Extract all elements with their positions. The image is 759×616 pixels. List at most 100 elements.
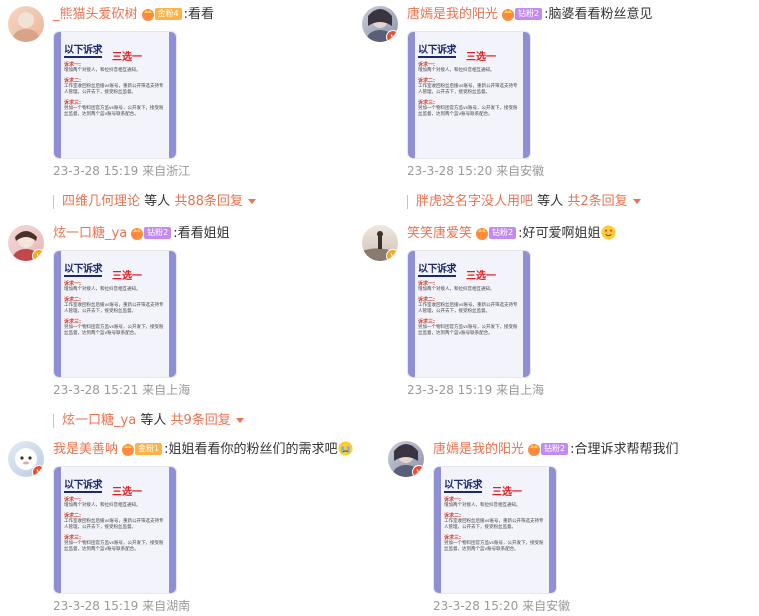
verified-badge-icon: v <box>386 249 398 261</box>
username[interactable]: 我是美善呐 <box>53 442 118 457</box>
fan-crown-icon <box>476 227 489 240</box>
timestamp: 23-3-28 15:21 <box>53 383 139 397</box>
replies-summary[interactable]: 炫一口糖_ya 等人 共9条回复 <box>53 409 244 428</box>
comment-image[interactable]: 以下诉求 三选一 诉求一: 增加两个对接人，和拉抖音相互通知。 诉求二: 工作室… <box>407 31 531 159</box>
reply-user[interactable]: 胖虎这名字没人用吧 <box>416 194 533 209</box>
comment-image[interactable]: 以下诉求 三选一 诉求一: 增加两个对接人，和拉抖音相互通知。 诉求二: 工作室… <box>53 31 177 159</box>
image-subtitle: 三选一 <box>464 267 498 282</box>
comment-line: 我是美善呐 金粉1:姐姐看看你的粉丝们的需求吧 <box>53 441 353 459</box>
comment-image[interactable]: 以下诉求 三选一 诉求一: 增加两个对接人，和拉抖音相互通知。 诉求二: 工作室… <box>433 466 557 594</box>
avatar[interactable] <box>8 6 44 42</box>
comment-text: 合理诉求帮帮我们 <box>574 442 679 457</box>
reply-label: 等人 <box>537 194 564 209</box>
reply-label: 等人 <box>140 413 167 428</box>
comment-meta: 23-3-28 15:19 来自湖南 <box>53 597 190 614</box>
image-paragraph: 另加一个物料团官方监vs账号，公开发下，接受粉丝监督，达到两个蓝v账号联系配合。 <box>64 325 164 336</box>
reply-label: 等人 <box>144 194 171 209</box>
reply-count[interactable]: 共88条回复 <box>174 194 243 209</box>
replies-summary[interactable]: 四维几何理论 等人 共88条回复 <box>53 190 256 209</box>
chevron-down-icon[interactable] <box>632 199 641 204</box>
verified-badge-icon: v <box>32 249 44 261</box>
username[interactable]: 唐嫣是我的阳光 <box>433 442 524 457</box>
image-subtitle: 三选一 <box>110 48 144 63</box>
comment-image[interactable]: 以下诉求 三选一 诉求一: 增加两个对接人，和拉抖音相互通知。 诉求二: 工作室… <box>53 466 177 594</box>
comment-meta: 23-3-28 15:20 来自安徽 <box>407 162 544 179</box>
image-paragraph: 另加一个物料团官方监vs账号，公开发下，接受粉丝监督，达到两个蓝v账号联系配合。 <box>64 541 164 552</box>
avatar[interactable]: v <box>8 441 44 477</box>
image-subtitle: 三选一 <box>110 267 144 282</box>
avatar[interactable]: v <box>362 225 398 261</box>
image-subtitle: 三选一 <box>464 48 498 63</box>
heart-eyes-emoji <box>600 225 616 240</box>
crying-emoji <box>337 441 353 456</box>
fan-level: 金粉1 <box>135 442 163 455</box>
comment-meta: 23-3-28 15:19 来自上海 <box>407 381 544 398</box>
username[interactable]: 笑笑唐爱笑 <box>407 226 472 241</box>
image-heading: 诉求二: <box>64 78 81 84</box>
image-heading: 诉求三: <box>444 535 461 541</box>
image-heading: 诉求二: <box>418 78 435 84</box>
location: 来自浙江 <box>142 164 191 178</box>
comment-text: 看看姐姐 <box>177 226 230 241</box>
chevron-down-icon[interactable] <box>235 418 244 423</box>
location: 来自安徽 <box>496 164 545 178</box>
avatar[interactable]: v <box>388 441 424 477</box>
timestamp: 23-3-28 15:19 <box>407 383 493 397</box>
reply-user[interactable]: 四维几何理论 <box>62 194 140 209</box>
image-title: 以下诉求 <box>64 260 103 277</box>
image-heading: 诉求二: <box>418 297 435 303</box>
timestamp: 23-3-28 15:19 <box>53 599 139 613</box>
comment-meta: 23-3-28 15:19 来自浙江 <box>53 162 190 179</box>
comment-line: 笑笑唐爱笑 钻粉2:好可爱啊姐姐 <box>407 225 616 243</box>
image-paragraph: 另加一个物料团官方监vs账号，公开发下，接受粉丝监督，达到两个蓝v账号联系配合。 <box>64 106 164 117</box>
verified-badge-icon: v <box>386 30 398 42</box>
reply-user[interactable]: 炫一口糖_ya <box>62 413 136 428</box>
comment-line: 炫一口糖_ya 钻粉2:看看姐姐 <box>53 226 230 241</box>
image-heading: 诉求二: <box>64 297 81 303</box>
fan-level: 钻粉2 <box>489 226 517 239</box>
image-heading: 诉求三: <box>418 100 435 106</box>
fan-level: 金粉4 <box>154 7 182 20</box>
fan-badge: 钻粉2 <box>527 442 569 456</box>
verified-badge-icon: v <box>412 465 424 477</box>
avatar[interactable]: v <box>362 6 398 42</box>
avatar[interactable]: v <box>8 225 44 261</box>
image-paragraph: 工作室收回粉丝后援vs账号，重新公开筛选支持专人管理，公开去下，接受粉丝监督。 <box>64 303 164 314</box>
fan-badge: 金粉4 <box>141 7 182 21</box>
fan-level: 钻粉2 <box>144 226 172 239</box>
image-heading: 诉求三: <box>64 319 81 325</box>
image-heading: 诉求三: <box>418 319 435 325</box>
username[interactable]: _熊猫头爱砍树 <box>53 7 138 22</box>
comment-image[interactable]: 以下诉求 三选一 诉求一: 增加两个对接人，和拉抖音相互通知。 诉求二: 工作室… <box>53 250 177 378</box>
username[interactable]: 炫一口糖_ya <box>53 226 127 241</box>
fan-crown-icon <box>122 443 135 456</box>
reply-count[interactable]: 共9条回复 <box>170 413 230 428</box>
location: 来自湖南 <box>142 599 191 613</box>
comment-text: 好可爱啊姐姐 <box>522 226 601 241</box>
comment-image[interactable]: 以下诉求 三选一 诉求一: 增加两个对接人，和拉抖音相互通知。 诉求二: 工作室… <box>407 250 531 378</box>
username[interactable]: 唐嫣是我的阳光 <box>407 7 498 22</box>
image-paragraph: 工作室收回粉丝后援vs账号，重新公开筛选支持专人管理，公开去下，接受粉丝监督。 <box>64 84 164 95</box>
location: 来自安徽 <box>522 599 571 613</box>
fan-level: 钻粉2 <box>515 7 543 20</box>
image-paragraph: 增加两个对接人，和拉抖音相互通知。 <box>64 68 141 73</box>
image-title: 以下诉求 <box>444 476 483 493</box>
image-paragraph: 增加两个对接人，和拉抖音相互通知。 <box>418 287 495 292</box>
image-paragraph: 工作室收回粉丝后援vs账号，重新公开筛选支持专人管理，公开去下，接受粉丝监督。 <box>444 519 544 530</box>
image-subtitle: 三选一 <box>490 483 524 498</box>
location: 来自上海 <box>496 383 545 397</box>
timestamp: 23-3-28 15:20 <box>407 164 493 178</box>
comment-text: 看看 <box>188 7 215 22</box>
fan-crown-icon <box>131 227 144 240</box>
comment-meta: 23-3-28 15:20 来自安徽 <box>433 597 570 614</box>
location: 来自上海 <box>142 383 191 397</box>
replies-summary[interactable]: 胖虎这名字没人用吧 等人 共2条回复 <box>407 190 641 209</box>
comment-line: _熊猫头爱砍树 金粉4:看看 <box>53 7 215 22</box>
chevron-down-icon[interactable] <box>247 199 256 204</box>
image-paragraph: 增加两个对接人，和拉抖音相互通知。 <box>64 287 141 292</box>
reply-count[interactable]: 共2条回复 <box>567 194 627 209</box>
image-heading: 诉求二: <box>64 513 81 519</box>
image-paragraph: 工作室收回粉丝后援vs账号，重新公开筛选支持专人管理，公开去下，接受粉丝监督。 <box>418 84 518 95</box>
fan-level: 钻粉2 <box>541 442 569 455</box>
image-paragraph: 增加两个对接人，和拉抖音相互通知。 <box>64 503 141 508</box>
